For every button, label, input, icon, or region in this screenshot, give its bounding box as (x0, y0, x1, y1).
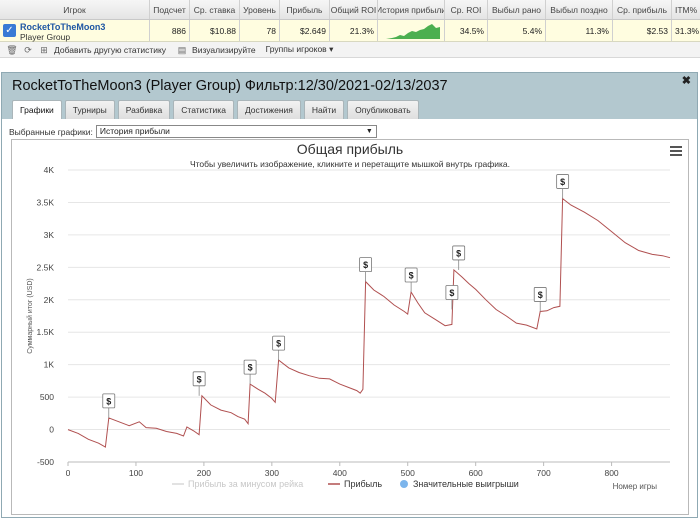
legend-bigwin-dot (400, 480, 408, 488)
y-tick-label: 3K (44, 230, 55, 240)
y-tick-label: 1K (44, 360, 55, 370)
col-header-profit[interactable]: Прибыль (280, 0, 330, 19)
x-tick-label: 600 (469, 468, 483, 478)
profit-chart[interactable]: Общая прибыль Чтобы увеличить изображени… (11, 139, 689, 515)
col-header-itm[interactable]: ITM% (672, 0, 700, 19)
x-tick-label: 100 (129, 468, 143, 478)
cell-late-out: 11.3% (546, 20, 613, 41)
x-tick-label: 200 (197, 468, 211, 478)
player-groups-label: Группы игроков (265, 44, 327, 54)
legend-rake-label: Прибыль за минусом рейка (188, 479, 303, 489)
big-win-label: $ (560, 177, 565, 187)
player-groups-dropdown[interactable]: Группы игроков ▾ (266, 44, 334, 55)
tab-statistics[interactable]: Статистика (173, 100, 234, 119)
add-stats-icon[interactable]: ⊞ (38, 44, 50, 56)
big-win-label: $ (363, 260, 368, 270)
player-stats-panel: RocketToTheMoon3 (Player Group) Фильтр:1… (1, 72, 698, 518)
big-win-label: $ (276, 339, 281, 349)
y-tick-label: 1.5K (37, 327, 55, 337)
col-header-profit-history[interactable]: История прибыли (378, 0, 445, 19)
tab-tournaments[interactable]: Турниры (64, 100, 115, 119)
big-win-label: $ (538, 290, 543, 300)
grid-toolbar: 🗑 ⟳ ⊞ Добавить другую статистику ▤ Визуа… (0, 42, 700, 58)
legend-profit-label: Прибыль (344, 479, 382, 489)
sparkline-area (386, 24, 440, 39)
profit-series-line (67, 197, 671, 448)
col-header-late-out[interactable]: Выбыл поздно (546, 0, 613, 19)
tab-achievements[interactable]: Достижения (236, 100, 301, 119)
y-tick-label: 2K (44, 295, 55, 305)
chevron-down-icon: ▼ (365, 128, 373, 135)
close-icon[interactable]: ✖ (682, 74, 691, 87)
cell-avg-roi: 34.5% (445, 20, 488, 41)
y-tick-label: 500 (40, 392, 54, 402)
big-win-label: $ (106, 396, 111, 406)
cell-itm: 31.3% (675, 25, 700, 36)
col-header-player[interactable]: Игрок (0, 0, 150, 19)
col-header-avg-stake[interactable]: Ср. ставка (190, 0, 240, 19)
x-tick-label: 400 (333, 468, 347, 478)
panel-header: RocketToTheMoon3 (Player Group) Фильтр:1… (2, 73, 697, 119)
y-tick-label: 3.5K (37, 197, 55, 207)
cell-count: 886 (150, 20, 190, 41)
player-name-link[interactable]: RocketToTheMoon3 (20, 22, 105, 32)
cell-avg-profit: $2.53 (613, 20, 672, 41)
tab-charts[interactable]: Графики (12, 100, 62, 119)
col-header-total-roi[interactable]: Общий ROI (330, 0, 378, 19)
x-tick-label: 700 (537, 468, 551, 478)
cell-early-out: 5.4% (488, 20, 546, 41)
chart-select-value: История прибыли (99, 126, 170, 136)
big-win-label: $ (248, 363, 253, 373)
cell-total-roi: 21.3% (330, 20, 378, 41)
visualize-icon[interactable]: ▤ (176, 44, 188, 56)
visualize-button[interactable]: Визуализируйте (192, 45, 256, 55)
col-header-level[interactable]: Уровень (240, 0, 280, 19)
chart-plot[interactable]: -500 0 500 1K 1.5K 2K 2.5K 3K 3.5K 4K 0 100 200 300 40… (12, 140, 688, 514)
x-tick-label: 500 (401, 468, 415, 478)
panel-title: RocketToTheMoon3 (Player Group) Фильтр:1… (12, 78, 448, 94)
panel-tabs: Графики Турниры Разбивка Статистика Дост… (12, 100, 422, 119)
y-tick-label: 0 (49, 425, 54, 435)
add-stats-button[interactable]: Добавить другую статистику (54, 45, 166, 55)
x-tick-label: 300 (265, 468, 279, 478)
trash-icon[interactable]: 🗑 (6, 44, 18, 56)
big-win-label: $ (456, 248, 461, 258)
x-tick-label: 0 (66, 468, 71, 478)
chart-select-label: Выбранные графики: (9, 126, 93, 137)
player-group-label: Player Group (20, 32, 71, 42)
chart-select-row: Выбранные графики: История прибыли ▼ (9, 125, 377, 138)
y-tick-label: -500 (37, 457, 54, 467)
cell-profit-history (378, 20, 445, 41)
col-header-avg-roi[interactable]: Ср. ROI (445, 0, 488, 19)
col-header-early-out[interactable]: Выбыл рано (488, 0, 546, 19)
row-checkbox[interactable]: ✓ (3, 24, 16, 37)
tab-publish[interactable]: Опубликовать (347, 100, 419, 119)
cell-avg-stake: $10.88 (190, 20, 240, 41)
stats-grid: Игрок Подсчет Ср. ставка Уровень Прибыль… (0, 0, 700, 42)
stats-grid-header: Игрок Подсчет Ср. ставка Уровень Прибыль… (0, 0, 700, 20)
col-header-avg-profit[interactable]: Ср. прибыль (613, 0, 672, 19)
refresh-icon[interactable]: ⟳ (22, 44, 34, 56)
y-tick-label: 2.5K (37, 262, 55, 272)
big-win-label: $ (197, 374, 202, 384)
big-win-label: $ (409, 270, 414, 280)
legend-bigwin-label: Значительные выигрыши (413, 479, 519, 489)
x-tick-label: 800 (604, 468, 618, 478)
tab-find[interactable]: Найти (303, 100, 345, 119)
y-tick-label: 4K (44, 165, 55, 175)
tab-breakdown[interactable]: Разбивка (117, 100, 171, 119)
col-header-count[interactable]: Подсчет (150, 0, 190, 19)
x-axis-label: Номер игры (613, 482, 658, 491)
cell-profit: $2.649 (280, 20, 330, 41)
chevron-down-icon: ▾ (329, 44, 334, 54)
chart-select[interactable]: История прибыли ▼ (95, 125, 377, 138)
profit-sparkline (386, 24, 440, 39)
y-axis-label: Суммарный итог (USD) (26, 278, 34, 354)
big-win-label: $ (449, 288, 454, 298)
cell-level: 78 (240, 20, 280, 41)
